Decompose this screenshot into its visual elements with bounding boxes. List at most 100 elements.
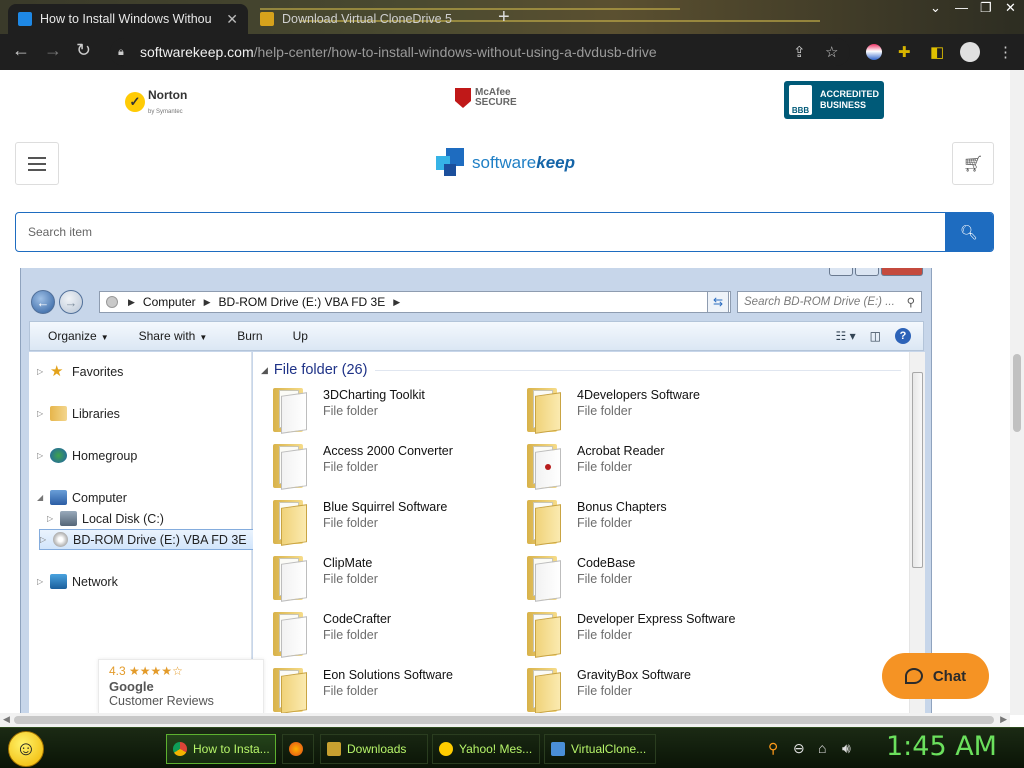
logo-suffix: keep (536, 153, 575, 172)
computer-icon (50, 490, 67, 505)
tab-search-icon[interactable]: ⌄ (930, 0, 941, 16)
horizontal-scroll-thumb[interactable] (14, 716, 994, 724)
chat-button[interactable]: Chat (882, 653, 989, 699)
sidebar-panel-icon[interactable]: ◧ (930, 43, 944, 61)
folder-icon (273, 386, 307, 434)
softwarekeep-logo[interactable]: softwarekeep (436, 148, 575, 178)
cart-button[interactable]: 🛒︎ (952, 142, 994, 185)
nav-homegroup: ▷ Homegroup (37, 448, 137, 463)
chat-label: Chat (932, 667, 967, 685)
folder-item: ClipMate File folder (273, 554, 523, 610)
new-tab-icon[interactable]: + (498, 6, 510, 29)
nav-network: ▷ Network (37, 574, 118, 589)
taskbar-chrome-label: How to Insta... (193, 742, 270, 756)
folder-icon (527, 442, 561, 490)
forward-arrow-icon[interactable]: → (44, 40, 62, 61)
close-window-icon[interactable]: ✕ (1005, 0, 1016, 16)
start-button-smiley-icon[interactable]: ☺ (8, 731, 44, 767)
mcafee-secure-badge: McAfee SECURE (455, 88, 517, 108)
breadcrumb-separator: ▶ (128, 296, 135, 307)
scroll-left-icon[interactable]: ◀ (3, 714, 10, 725)
nav-local-disk-label: Local Disk (C:) (82, 511, 164, 526)
bookmark-star-icon[interactable]: ☆ (825, 43, 838, 61)
taskbar-downloads-label: Downloads (347, 742, 407, 756)
nav-bd-drive-label: BD-ROM Drive (E:) VBA FD 3E (73, 532, 247, 547)
chrome-icon (173, 742, 187, 756)
address-bar[interactable]: 🔒︎ softwarekeep.com /help-center/how-to-… (110, 38, 850, 66)
tray-volume-icon[interactable]: 🔊︎ (842, 740, 851, 757)
site-search-bar: Search item 🔍︎ (15, 212, 994, 252)
url-domain: softwarekeep.com (140, 44, 254, 60)
folder-type: File folder (577, 460, 632, 474)
tray-search-icon[interactable]: ⚲ (768, 740, 778, 757)
tab-how-to-install[interactable]: How to Install Windows Withou ✕ (8, 4, 248, 34)
folder-name: CodeBase (577, 556, 636, 570)
search-button[interactable]: 🔍︎ (945, 213, 993, 251)
logo-prefix: software (472, 153, 537, 172)
folder-item: Blue Squirrel Software File folder (273, 498, 523, 554)
folder-type: File folder (323, 460, 378, 474)
explorer-maximize-icon (855, 268, 879, 276)
tray-network-icon[interactable]: ⌂ (818, 740, 826, 756)
nav-computer-label: Computer (72, 490, 127, 505)
bbb-seal-icon: BBB (789, 85, 812, 115)
dropdown-arrow-icon: ▼ (199, 333, 208, 342)
customer-reviews-label: Customer Reviews (109, 694, 214, 708)
taskbar-clock[interactable]: 1:45 AM (886, 731, 997, 762)
google-reviews-widget[interactable]: 4.3 ★★★★☆ Google Customer Reviews (98, 659, 264, 714)
folder-name: Eon Solutions Software (323, 668, 453, 682)
taskbar-downloads-button[interactable]: Downloads (320, 734, 428, 764)
hamburger-menu-button[interactable] (15, 142, 59, 185)
taskbar-chrome-button[interactable]: How to Insta... (166, 734, 276, 764)
review-rating: 4.3 ★★★★☆ (109, 664, 253, 678)
kebab-menu-icon[interactable]: ⋮ (998, 43, 1013, 61)
share-icon[interactable]: ⇪ (793, 43, 806, 61)
scroll-right-icon[interactable]: ▶ (1000, 714, 1007, 725)
search-input[interactable]: Search item (16, 225, 945, 239)
logo-wordmark: softwarekeep (472, 153, 575, 173)
page-vertical-scrollbar[interactable] (1010, 70, 1024, 715)
nav-libraries-label: Libraries (72, 406, 120, 421)
bbb-business-label: BUSINESS (819, 100, 866, 110)
folder-name: Developer Express Software (577, 612, 736, 626)
cmd-share-with-label: Share with (138, 329, 196, 343)
virtualclone-icon (551, 742, 565, 756)
preview-pane-icon: ◫ (869, 329, 881, 343)
minimize-icon[interactable]: — (955, 0, 968, 15)
local-disk-icon (60, 511, 77, 526)
page-scroll-thumb[interactable] (1013, 354, 1021, 432)
extension-flag-icon[interactable] (866, 44, 882, 60)
cmd-share-with: Share with ▼ (139, 329, 208, 343)
taskbar-virtualclone-button[interactable]: VirtualClone... (544, 734, 656, 764)
bbb-accredited-label: ACCREDITED (819, 89, 879, 99)
folder-type: File folder (323, 404, 378, 418)
chat-bubble-icon (904, 668, 923, 684)
folder-item: Access 2000 Converter File folder (273, 442, 523, 498)
taskbar-firefox-button[interactable] (282, 734, 314, 764)
trust-badges-row: ✓ Norton by Symantec McAfee SECURE BBB AC… (0, 70, 1010, 130)
extensions-puzzle-icon[interactable]: ✚ (898, 43, 911, 61)
page-horizontal-scrollbar[interactable]: ◀ ▶ (0, 713, 1010, 727)
folder-icon (273, 498, 307, 546)
restore-icon[interactable]: ❐ (980, 0, 992, 16)
mcafee-shield-icon (455, 88, 471, 108)
folder-icon (527, 498, 561, 546)
expand-arrow-icon: ▷ (37, 409, 44, 418)
folder-type: File folder (577, 404, 632, 418)
reload-icon[interactable]: ↻ (76, 40, 91, 61)
folder-name: Access 2000 Converter (323, 444, 453, 458)
profile-avatar-icon[interactable] (960, 42, 980, 62)
folder-icon (273, 554, 307, 602)
back-arrow-icon[interactable]: ← (12, 40, 30, 61)
mcafee-secure-label: SECURE (475, 97, 517, 108)
close-tab-icon[interactable]: ✕ (226, 11, 238, 28)
taskbar-yahoo-messenger-button[interactable]: Yahoo! Mes... (432, 734, 540, 764)
folder-type: File folder (323, 516, 378, 530)
folder-icon (273, 442, 307, 490)
browser-tab-strip: How to Install Windows Withou ✕ Download… (0, 0, 1024, 34)
taskbar-virtualclone-label: VirtualClone... (571, 742, 647, 756)
folder-name: 4Developers Software (577, 388, 700, 402)
tray-minus-icon[interactable]: ⊖ (793, 740, 805, 757)
folder-name: GravityBox Software (577, 668, 691, 682)
tab-download-virtual-clonedrive[interactable]: Download Virtual CloneDrive 5 (250, 4, 490, 34)
